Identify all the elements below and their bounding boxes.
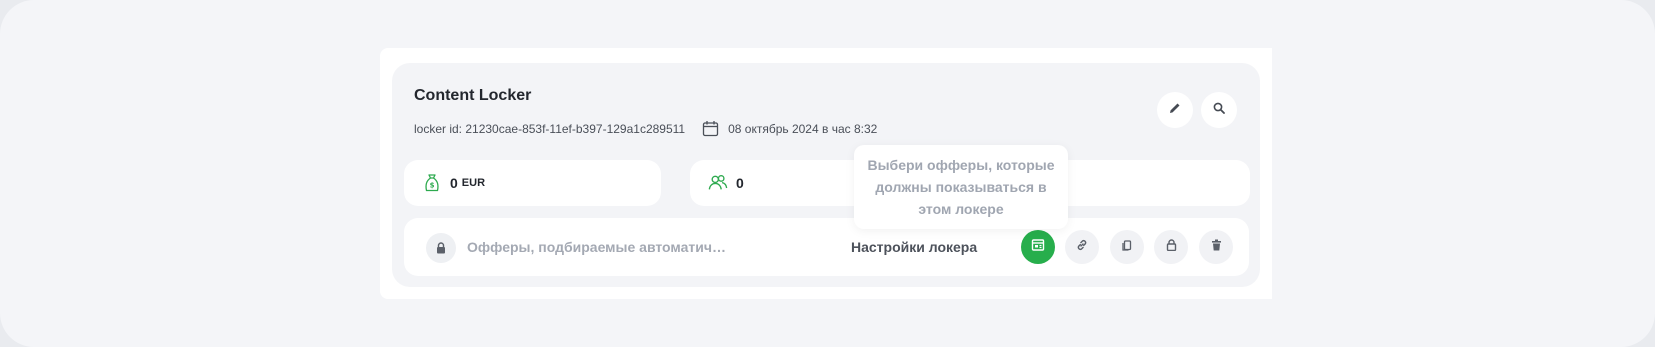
svg-text:$: $ [430, 182, 435, 190]
earnings-value: 0 [450, 175, 458, 191]
delete-button[interactable] [1199, 230, 1233, 264]
search-button[interactable] [1201, 92, 1237, 128]
tooltip-line-3: этом локере [918, 201, 1004, 217]
users-value: 0 [736, 175, 744, 191]
duplicate-button[interactable] [1110, 230, 1144, 264]
pencil-icon [1169, 101, 1181, 119]
locker-id: locker id: 21230cae-853f-11ef-b397-129a1… [414, 121, 686, 136]
copy-icon [1121, 238, 1133, 256]
edit-button[interactable] [1157, 92, 1193, 128]
search-icon [1213, 101, 1225, 119]
locker-title: Content Locker [414, 87, 532, 104]
locker-card: Content Locker locker id: 21230cae-853f-… [392, 63, 1260, 287]
copy-link-button[interactable] [1065, 230, 1099, 264]
lock-icon [426, 233, 456, 263]
money-bag-icon: $ [422, 173, 442, 193]
select-offers-tooltip: Выбери офферы, которые должны показывать… [854, 145, 1068, 229]
offer-select-icon [1031, 238, 1045, 257]
tooltip-line-1: Выбери офферы, которые [867, 157, 1055, 173]
tooltip-line-2: должны показываться в [875, 179, 1047, 195]
link-icon [1076, 238, 1088, 256]
locker-settings-label: Настройки локера [851, 239, 978, 255]
trash-icon [1211, 238, 1222, 256]
padlock-icon [1166, 238, 1177, 256]
lock-button[interactable] [1154, 230, 1188, 264]
users-icon [708, 173, 728, 193]
offers-row: Офферы, подбираемые автоматич… Настройки… [404, 218, 1249, 276]
select-offers-button[interactable] [1021, 230, 1055, 264]
locker-date: 08 октябрь 2024 в час 8:32 [728, 121, 878, 136]
offers-mode-text: Офферы, подбираемые автоматич… [467, 239, 726, 255]
earnings-unit: EUR [461, 177, 486, 189]
earnings-stat: $ 0 EUR [404, 160, 661, 206]
calendar-icon [702, 120, 719, 137]
locker-meta: locker id: 21230cae-853f-11ef-b397-129a1… [414, 120, 877, 137]
